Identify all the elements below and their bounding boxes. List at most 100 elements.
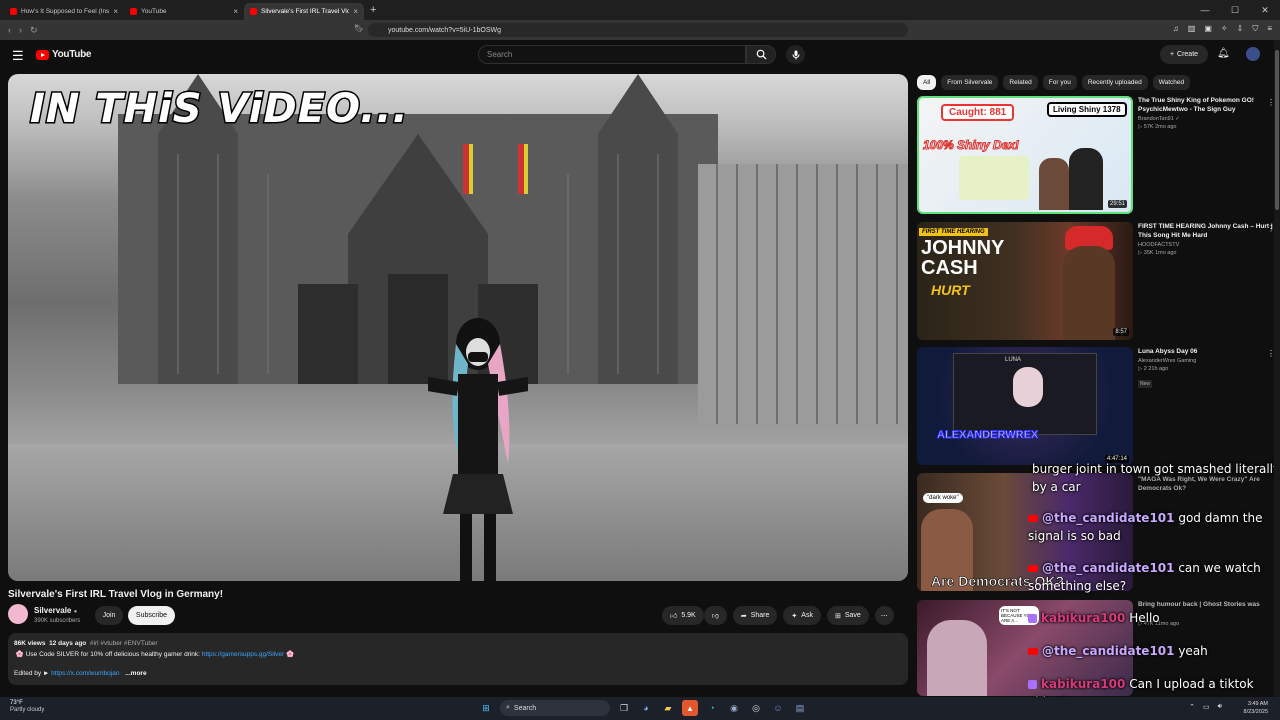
forward-icon[interactable]: › [19, 25, 22, 36]
search-button[interactable] [746, 45, 776, 64]
video-info: The True Shiny King of Pokemon GO! Psych… [1138, 96, 1278, 130]
wallet-icon[interactable]: ▣ [1204, 24, 1212, 34]
menu-icon[interactable]: ≡ [1267, 24, 1272, 34]
bookmark-add-icon: ⊞ [834, 612, 841, 620]
discord-icon[interactable]: ☺ [770, 700, 786, 716]
share-button[interactable]: ➦ Share [732, 606, 778, 625]
chat-username: kabikura100 [1041, 611, 1126, 625]
recommendation-channel[interactable]: BrandonTan91 ✓ [1138, 116, 1278, 122]
scrollbar-thumb[interactable] [1275, 50, 1279, 210]
video-player[interactable]: IN THiS ViDEO... [8, 74, 908, 581]
edge-icon[interactable]: ◔ [704, 700, 720, 716]
clock-date: 8/23/2025 [1243, 709, 1268, 715]
chip-watched[interactable]: Watched [1152, 75, 1191, 90]
recommendation-title[interactable]: The True Shiny King of Pokemon GO! Psych… [1138, 96, 1278, 114]
chip-all[interactable]: All [917, 75, 937, 90]
chip-related[interactable]: Related [1003, 75, 1038, 90]
network-icon[interactable]: ▭ [1203, 703, 1210, 711]
youtube-play-icon [36, 49, 49, 60]
recommended-video[interactable]: Caught: 881 Living Shiny 1378 100% Shiny… [917, 96, 1277, 214]
description-line-1: 🌸 Use Code SILVER for 10% off delicious … [14, 649, 902, 660]
subscribe-button[interactable]: Subscribe [128, 606, 175, 625]
music-icon[interactable]: ♫ [1173, 24, 1179, 34]
video-duration: 8:57 [1113, 328, 1129, 336]
copilot-icon[interactable]: ◕ [638, 700, 654, 716]
browser-tab[interactable]: How's It Supposed to Feel (Instrume... × [4, 3, 124, 20]
save-button[interactable]: ⊞ Save [826, 606, 869, 625]
shield-icon[interactable]: ⛉ [1252, 24, 1258, 34]
recommendation-title[interactable]: FIRST TIME HEARING Johnny Cash – Hurt | … [1138, 222, 1278, 240]
url-field[interactable]: youtube.com/watch?v=5iU-1bOSWg [368, 23, 908, 37]
bookmark-icon[interactable]: 🔖︎ [354, 24, 364, 33]
create-button[interactable]: + Create [1160, 45, 1208, 64]
steam-icon[interactable]: ◉ [726, 700, 742, 716]
brave-browser-icon[interactable]: ▲ [682, 700, 698, 716]
recommended-video[interactable]: FIRST TIME HEARING JOHNNY CASH HURT 8:57… [917, 222, 1277, 340]
vtuber-avatar [1013, 367, 1043, 407]
close-tab-icon[interactable]: × [113, 7, 118, 16]
recommendation-title[interactable]: Luna Abyss Day 06 [1138, 347, 1278, 356]
like-button[interactable]: 👍︎ 5.9K [662, 606, 704, 625]
show-more-button[interactable]: ...more [125, 670, 146, 677]
volume-icon[interactable]: 🔊︎ [1218, 703, 1222, 711]
description-box[interactable]: 86K views 12 days ago #irl #vtuber #ENVT… [8, 633, 908, 685]
weather-widget[interactable]: 73°F Partly cloudy [10, 700, 44, 714]
recommendation-stats: ▷ 57K 2mo ago [1138, 124, 1177, 130]
system-clock[interactable]: 3:49 AM 8/23/2025 [1244, 700, 1268, 716]
youtube-favicon-icon [250, 8, 257, 15]
chip-from-channel[interactable]: From Silvervale [941, 75, 999, 90]
video-thumbnail[interactable]: LUNA ALEXANDERWREX 4:47:14 [917, 347, 1133, 465]
video-thumbnail[interactable]: FIRST TIME HEARING JOHNNY CASH HURT 8:57 [917, 222, 1133, 340]
tab-title: How's It Supposed to Feel (Instrume... [21, 8, 110, 15]
channel-avatar[interactable] [8, 604, 28, 624]
browser-tab-active[interactable]: Silvervale's First IRL Travel Vlog... × [244, 3, 364, 20]
recommendation-stats: ▷ 35K 1mo ago [1138, 250, 1177, 256]
hamburger-menu-icon[interactable]: ☰ [12, 48, 24, 64]
minimize-icon[interactable]: — [1190, 0, 1220, 20]
reload-icon[interactable]: ↻ [30, 25, 38, 36]
close-window-icon[interactable]: ✕ [1250, 0, 1280, 20]
new-tab-button[interactable]: + [370, 4, 376, 16]
browser-tab[interactable]: YouTube × [124, 3, 244, 20]
more-actions-button[interactable]: ⋯ [874, 606, 894, 625]
dislike-button[interactable]: 👎︎ [703, 606, 727, 625]
thumbs-down-icon: 👎︎ [711, 613, 719, 620]
voice-search-button[interactable] [786, 45, 805, 64]
join-button[interactable]: Join [95, 606, 123, 625]
promo-link[interactable]: https://gamersupps.gg/Silver [202, 651, 284, 658]
extensions-icon[interactable]: ✧ [1221, 24, 1228, 34]
hashtags[interactable]: #irl #vtuber #ENVTuber [90, 640, 158, 647]
chat-username: @the_candidate101 [1042, 644, 1175, 658]
taskbar-search[interactable]: ⌕ Search [500, 700, 610, 716]
chip-recently-uploaded[interactable]: Recently uploaded [1081, 75, 1148, 90]
editor-link[interactable]: https://x.com/wumbojan [51, 670, 119, 677]
chip-for-you[interactable]: For you [1042, 75, 1077, 90]
windows-start-icon[interactable]: ⊞ [478, 700, 494, 716]
recommendation-channel[interactable]: HOODFACTSTV [1138, 242, 1278, 248]
weather-temp: 73°F [10, 700, 23, 706]
recommendation-channel[interactable]: AlexanderWrex Gaming [1138, 358, 1278, 364]
file-explorer-icon[interactable]: ▰ [660, 700, 676, 716]
back-icon[interactable]: ‹ [8, 25, 11, 36]
upload-age: 12 days ago [49, 640, 87, 647]
download-icon[interactable]: ⇩ [1237, 24, 1244, 34]
sidebar-icon[interactable]: ▥ [1188, 24, 1196, 34]
maximize-icon[interactable]: ☐ [1220, 0, 1250, 20]
thumbnail-caption: HURT [931, 282, 970, 298]
recommended-video[interactable]: LUNA ALEXANDERWREX 4:47:14 Luna Abyss Da… [917, 347, 1277, 465]
task-view-icon[interactable]: ❐ [616, 700, 632, 716]
description-line-2: Edited by ► https://x.com/wumbojan ...mo… [14, 668, 902, 679]
close-tab-icon[interactable]: × [353, 7, 358, 16]
search-input[interactable]: Search [478, 45, 746, 64]
user-avatar[interactable] [1246, 47, 1260, 61]
youtube-favicon-icon [130, 8, 137, 15]
tray-overflow-icon[interactable]: ⌃ [1189, 703, 1195, 711]
video-thumbnail[interactable]: Caught: 881 Living Shiny 1378 100% Shiny… [917, 96, 1133, 214]
channel-name[interactable]: Silvervale ● [34, 606, 77, 615]
youtube-logo[interactable]: YouTube [36, 49, 92, 60]
obs-icon[interactable]: ◎ [748, 700, 764, 716]
ask-button[interactable]: ✦ Ask [783, 606, 821, 625]
close-tab-icon[interactable]: × [233, 7, 238, 16]
notifications-bell-icon[interactable]: 🔔︎ [1217, 48, 1230, 59]
notepad-icon[interactable]: ▤ [792, 700, 808, 716]
